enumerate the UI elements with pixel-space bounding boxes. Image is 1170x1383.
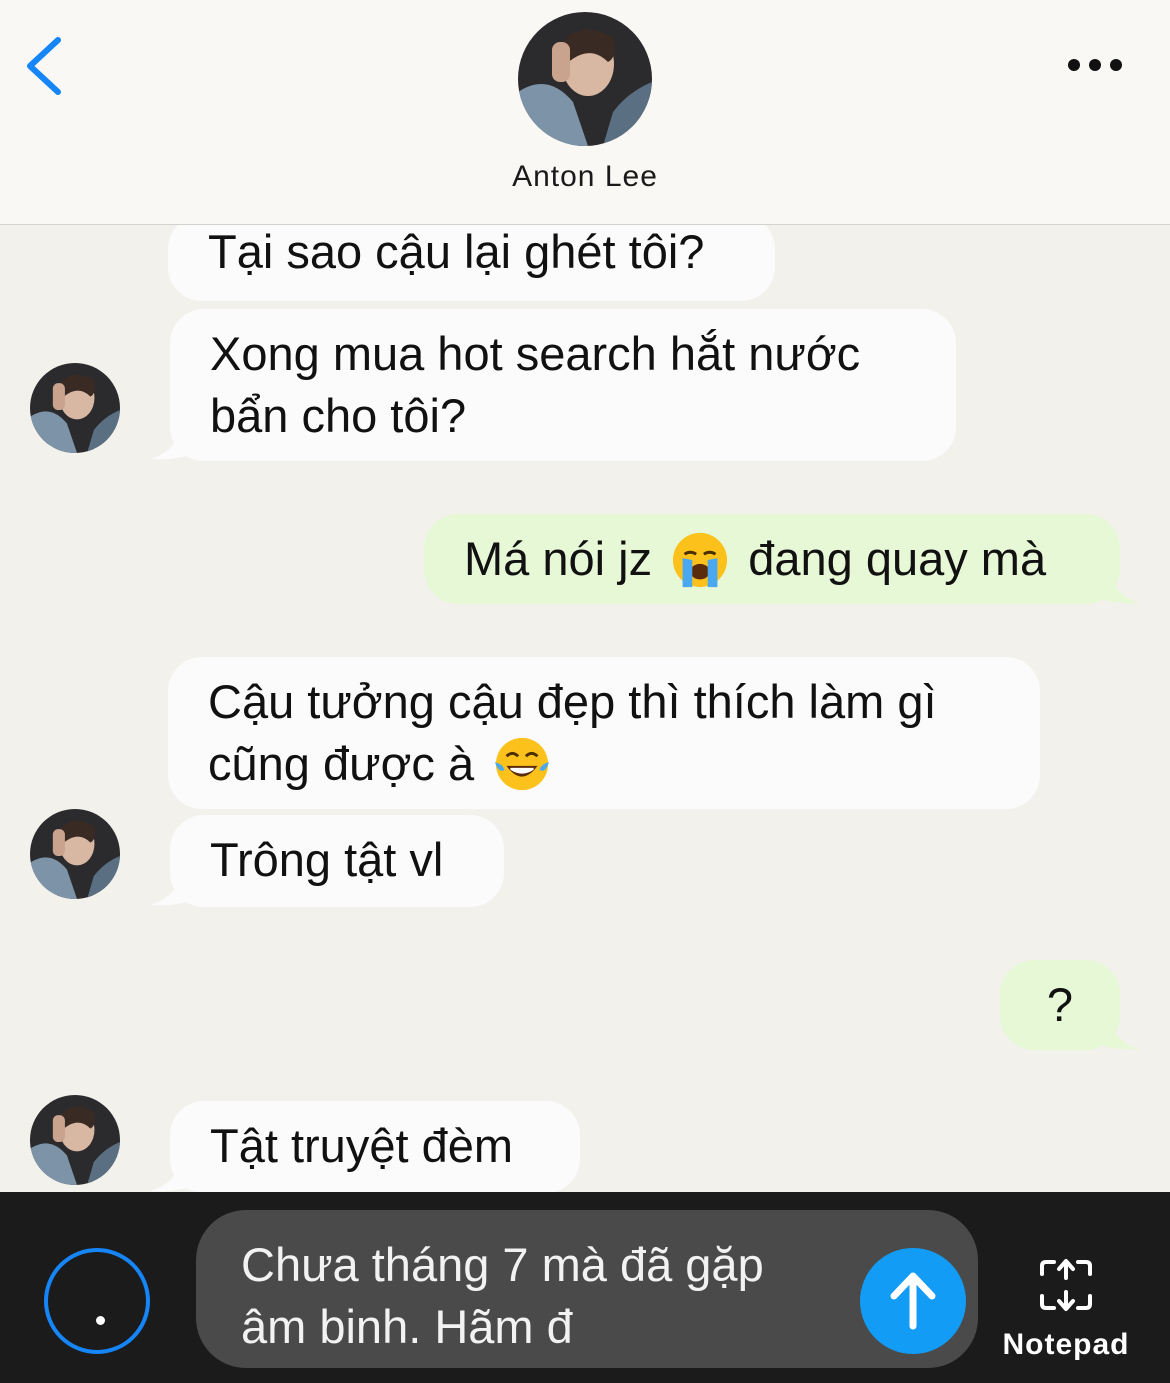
message-input-line: âm binh. Hãm đ bbox=[241, 1300, 573, 1353]
contact-avatar[interactable] bbox=[30, 1095, 120, 1185]
message-text: đang quay mà bbox=[748, 532, 1047, 585]
message-input-line: Chưa tháng 7 mà đã gặp bbox=[241, 1238, 764, 1291]
composer-bar: Chưa tháng 7 mà đã gặp âm binh. Hãm đ No… bbox=[0, 1192, 1170, 1383]
bubble-tail bbox=[150, 1157, 200, 1192]
loudly-crying-face-icon bbox=[673, 532, 728, 587]
message-bubble-incoming[interactable]: Trông tật vl bbox=[170, 815, 504, 907]
notepad-label[interactable]: Notepad bbox=[988, 1328, 1144, 1362]
message-text: ? bbox=[1046, 978, 1074, 1031]
message-text-line: bẩn cho tôi? bbox=[210, 389, 467, 442]
message-bubble-incoming[interactable]: Tại sao cậu lại ghét tôi? bbox=[168, 225, 775, 301]
send-button[interactable] bbox=[860, 1248, 966, 1354]
message-text-line: Cậu tưởng cậu đẹp thì thích làm gì bbox=[208, 675, 937, 728]
contact-name[interactable]: Anton Lee bbox=[0, 160, 1170, 194]
message-list[interactable]: Tại sao cậu lại ghét tôi? Xong mua hot s… bbox=[0, 225, 1170, 1192]
more-options-icon[interactable] bbox=[1060, 50, 1130, 80]
tears-of-joy-icon bbox=[495, 737, 550, 790]
message-text: Trông tật vl bbox=[210, 833, 444, 886]
message-text: Tại sao cậu lại ghét tôi? bbox=[208, 225, 705, 278]
contact-avatar[interactable] bbox=[30, 363, 120, 453]
message-text: cũng được à bbox=[208, 737, 475, 790]
contact-avatar[interactable] bbox=[518, 12, 652, 146]
bubble-tail bbox=[150, 871, 200, 906]
message-text: Má nói jz bbox=[464, 532, 653, 585]
chat-header: Anton Lee bbox=[0, 0, 1170, 225]
arrow-up-icon bbox=[890, 1272, 936, 1330]
back-chevron-icon[interactable] bbox=[22, 34, 72, 98]
bubble-tail bbox=[150, 425, 200, 460]
message-text: Tật truyệt đèm bbox=[210, 1119, 513, 1172]
message-text-line: Xong mua hot search hắt nước bbox=[210, 327, 861, 380]
dot-icon bbox=[96, 1316, 105, 1325]
bubble-tail bbox=[1090, 1015, 1140, 1050]
message-bubble-incoming[interactable]: Cậu tưởng cậu đẹp thì thích làm gì cũng … bbox=[168, 657, 1040, 809]
message-bubble-outgoing[interactable]: Má nói jz đang quay mà bbox=[424, 514, 1120, 604]
circle-action-button[interactable] bbox=[44, 1248, 150, 1354]
bubble-tail bbox=[1090, 569, 1140, 604]
message-bubble-incoming[interactable]: Xong mua hot search hắt nước bẩn cho tôi… bbox=[170, 309, 956, 461]
contact-avatar[interactable] bbox=[30, 809, 120, 899]
message-bubble-incoming[interactable]: Tật truyệt đèm bbox=[170, 1101, 580, 1192]
notepad-expand-icon[interactable] bbox=[1038, 1258, 1094, 1312]
